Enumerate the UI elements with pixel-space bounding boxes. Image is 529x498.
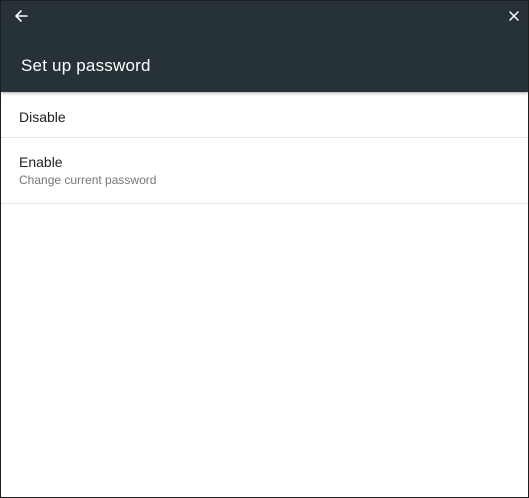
password-setup-window: Set up password Disable Enable Change cu…: [0, 0, 529, 498]
option-disable-label: Disable: [19, 109, 66, 125]
back-button[interactable]: [9, 5, 33, 27]
option-enable-subtitle: Change current password: [19, 173, 157, 187]
app-bar: Set up password: [1, 1, 528, 92]
option-enable[interactable]: Enable Change current password: [1, 138, 528, 204]
arrow-left-icon: [15, 10, 28, 22]
option-disable[interactable]: Disable: [1, 92, 528, 138]
close-icon: [509, 11, 519, 21]
page-title: Set up password: [21, 56, 151, 75]
options-list: Disable Enable Change current password: [1, 92, 528, 204]
option-enable-label: Enable: [19, 154, 63, 170]
close-button[interactable]: [502, 5, 526, 27]
